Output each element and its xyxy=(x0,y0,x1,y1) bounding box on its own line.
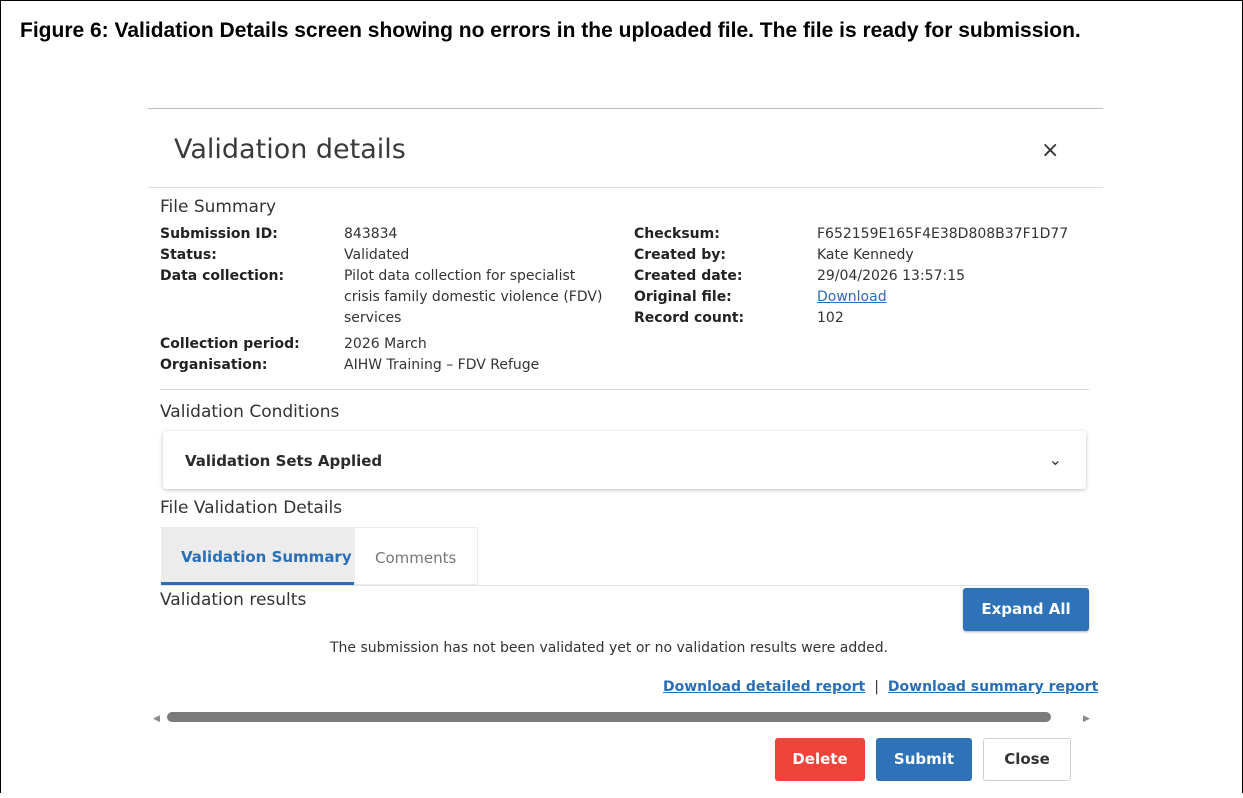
collection-period-value: 2026 March xyxy=(344,336,427,352)
submit-button[interactable]: Submit xyxy=(876,738,972,781)
submission-id-value: 843834 xyxy=(344,226,398,242)
no-results-message: The submission has not been validated ye… xyxy=(330,640,889,656)
validation-sets-label: Validation Sets Applied xyxy=(185,452,383,470)
organisation-label: Organisation: xyxy=(160,357,268,373)
submission-id-label: Submission ID: xyxy=(160,226,278,242)
validation-results-heading: Validation results xyxy=(160,590,307,610)
close-button[interactable]: Close xyxy=(983,738,1071,781)
organisation-value: AIHW Training – FDV Refuge xyxy=(344,357,540,373)
file-validation-heading: File Validation Details xyxy=(160,498,343,518)
data-collection-label: Data collection: xyxy=(160,268,285,284)
data-collection-value: Pilot data collection for specialist cri… xyxy=(344,268,603,326)
figure-caption: Figure 6: Validation Details screen show… xyxy=(20,19,1081,42)
close-icon[interactable]: × xyxy=(1041,138,1059,163)
scroll-left-arrow-icon[interactable]: ◀ xyxy=(153,713,160,724)
status-label: Status: xyxy=(160,247,217,263)
created-date-value: 29/04/2026 13:57:15 xyxy=(817,268,966,284)
validation-details-dialog: Validation details × File Summary Submis… xyxy=(148,108,1103,798)
created-by-label: Created by: xyxy=(634,247,726,263)
link-separator: | xyxy=(874,679,879,695)
summary-divider xyxy=(160,389,1089,390)
tab-validation-summary[interactable]: Validation Summary xyxy=(161,527,354,585)
report-links: Download detailed report | Download summar… xyxy=(663,679,1098,695)
validation-conditions-heading: Validation Conditions xyxy=(160,402,340,422)
tab-comments[interactable]: Comments xyxy=(354,527,478,585)
scroll-right-arrow-icon[interactable]: ▶ xyxy=(1083,713,1090,724)
created-date-label: Created date: xyxy=(634,268,743,284)
checksum-value: F652159E165F4E38D808B37F1D77 xyxy=(817,226,1069,242)
expand-all-button[interactable]: Expand All xyxy=(963,588,1089,631)
download-summary-report-link[interactable]: Download summary report xyxy=(888,679,1098,695)
record-count-label: Record count: xyxy=(634,310,745,326)
original-file-label: Original file: xyxy=(634,289,732,305)
created-by-value: Kate Kennedy xyxy=(817,247,914,263)
horizontal-scrollbar[interactable]: ◀ ▶ xyxy=(153,711,1090,725)
download-detailed-report-link[interactable]: Download detailed report xyxy=(663,679,865,695)
file-summary-heading: File Summary xyxy=(160,197,277,217)
chevron-down-icon[interactable]: ⌄ xyxy=(1049,450,1062,469)
dialog-title: Validation details xyxy=(174,134,406,165)
header-divider xyxy=(148,187,1103,188)
original-file-download-link[interactable]: Download xyxy=(817,287,887,308)
status-value: Validated xyxy=(344,247,410,263)
delete-button[interactable]: Delete xyxy=(775,738,865,781)
record-count-value: 102 xyxy=(817,310,844,326)
collection-period-label: Collection period: xyxy=(160,336,300,352)
dialog-top-border xyxy=(148,108,1103,109)
scrollbar-thumb[interactable] xyxy=(167,712,1051,722)
tab-underline xyxy=(161,585,1089,586)
checksum-label: Checksum: xyxy=(634,226,720,242)
validation-sets-accordion[interactable]: Validation Sets Applied ⌄ xyxy=(163,431,1086,489)
